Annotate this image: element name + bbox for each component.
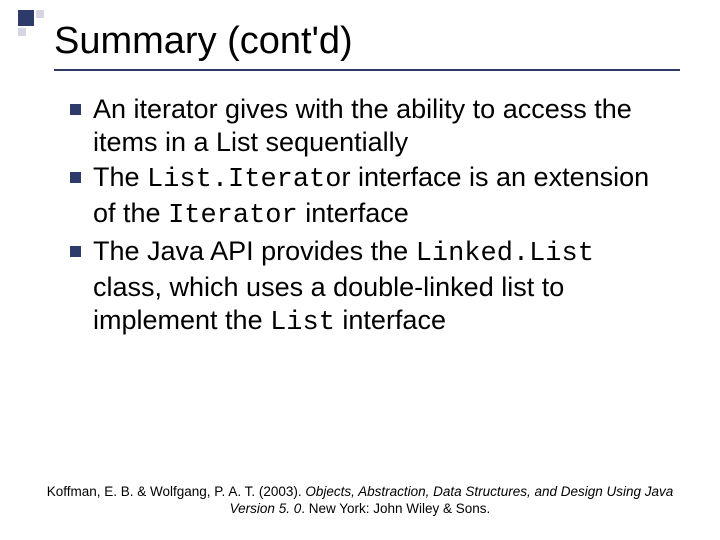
text-run: interface (335, 305, 446, 335)
citation-suffix: . New York: John Wiley & Sons. (301, 501, 490, 516)
citation-footer: Koffman, E. B. & Wolfgang, P. A. T. (200… (40, 484, 680, 518)
code-run: List.Iterato (147, 165, 341, 195)
slide-title: Summary (cont'd) (54, 20, 680, 63)
code-run: Iterator (168, 201, 298, 231)
bullet-marker-icon (70, 246, 81, 257)
bullet-item: The Java API provides the Linked.List cl… (70, 235, 670, 340)
bullet-marker-icon (70, 172, 81, 183)
citation-prefix: Koffman, E. B. & Wolfgang, P. A. T. (200… (47, 484, 306, 499)
title-container: Summary (cont'd) (54, 20, 680, 71)
text-run: interface (298, 198, 409, 228)
text-run: An iterator gives with the ability to ac… (93, 94, 632, 157)
bullet-item: An iterator gives with the ability to ac… (70, 93, 670, 159)
slide-body: An iterator gives with the ability to ac… (70, 93, 670, 340)
bullet-text: The List.Iterator interface is an extens… (93, 161, 670, 233)
slide: Summary (cont'd) An iterator gives with … (0, 0, 720, 540)
bullet-text: The Java API provides the Linked.List cl… (93, 235, 670, 340)
text-run: The Java API provides the (93, 236, 416, 266)
bullet-marker-icon (70, 104, 81, 115)
code-run: Linked.List (416, 239, 594, 269)
bullet-item: The List.Iterator interface is an extens… (70, 161, 670, 233)
code-run: List (270, 308, 335, 338)
text-run: The (93, 162, 147, 192)
corner-decoration (18, 10, 46, 38)
bullet-text: An iterator gives with the ability to ac… (93, 93, 670, 159)
